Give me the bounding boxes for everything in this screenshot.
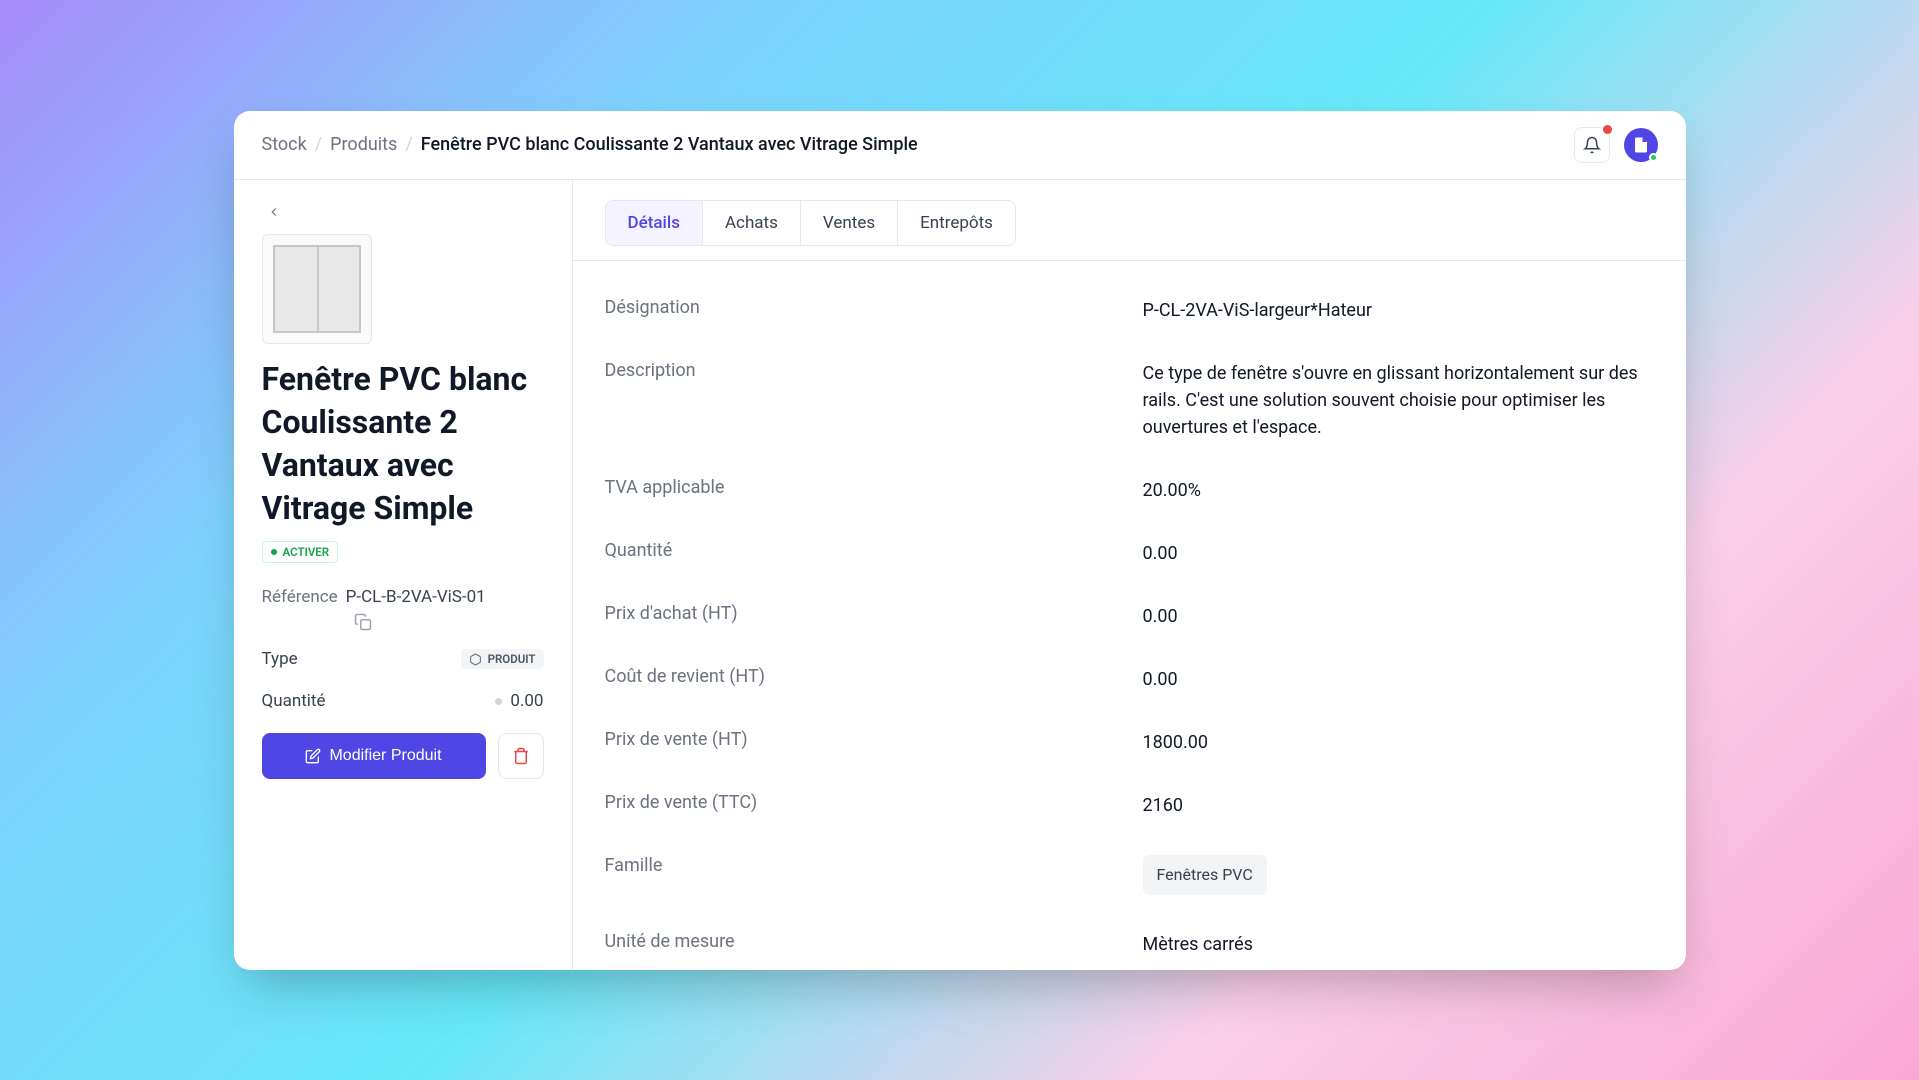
- purchase-price-label: Prix d'achat (HT): [605, 603, 1143, 630]
- tab-achats[interactable]: Achats: [703, 201, 801, 245]
- sidebar: Fenêtre PVC blanc Coulissante 2 Vantaux …: [234, 180, 573, 970]
- tab-ventes[interactable]: Ventes: [801, 201, 898, 245]
- back-button[interactable]: [262, 200, 286, 224]
- notifications-button[interactable]: [1574, 127, 1610, 163]
- sale-price-ht-value: 1800.00: [1143, 729, 1654, 756]
- cost-price-value: 0.00: [1143, 666, 1654, 693]
- delete-product-button[interactable]: [498, 733, 544, 779]
- main-content: Détails Achats Ventes Entrepôts Désignat…: [573, 180, 1686, 970]
- family-badge: Fenêtres PVC: [1143, 855, 1267, 895]
- chevron-left-icon: [267, 205, 281, 219]
- unit-label: Unité de mesure: [605, 931, 1143, 958]
- quantity-value: 0.00: [510, 691, 543, 711]
- designation-value: P-CL-2VA-ViS-largeur*Hateur: [1143, 297, 1654, 324]
- designation-label: Désignation: [605, 297, 1143, 324]
- breadcrumb-separator: /: [315, 134, 322, 155]
- document-icon: [1632, 136, 1650, 154]
- box-icon: [469, 653, 482, 666]
- type-label: Type: [262, 649, 298, 669]
- breadcrumb-root[interactable]: Stock: [262, 134, 307, 155]
- modify-product-button[interactable]: Modifier Produit: [262, 733, 486, 779]
- unit-value: Mètres carrés: [1143, 931, 1654, 958]
- quantity-detail-label: Quantité: [605, 540, 1143, 567]
- breadcrumb-separator: /: [405, 134, 412, 155]
- detail-row-description: Description Ce type de fenêtre s'ouvre e…: [605, 360, 1654, 441]
- type-row: Type PRODUIT: [262, 649, 544, 669]
- status-badge: ACTIVER: [262, 541, 339, 563]
- body: Fenêtre PVC blanc Coulissante 2 Vantaux …: [234, 180, 1686, 970]
- header: Stock / Produits / Fenêtre PVC blanc Cou…: [234, 111, 1686, 180]
- detail-row-sale-price-ttc: Prix de vente (TTC) 2160: [605, 792, 1654, 819]
- tabs: Détails Achats Ventes Entrepôts: [605, 200, 1016, 246]
- sale-price-ttc-value: 2160: [1143, 792, 1654, 819]
- detail-row-sale-price-ht: Prix de vente (HT) 1800.00: [605, 729, 1654, 756]
- user-avatar[interactable]: [1624, 128, 1658, 162]
- description-value: Ce type de fenêtre s'ouvre en glissant h…: [1143, 360, 1654, 441]
- window-illustration: [273, 245, 361, 333]
- detail-row-unit: Unité de mesure Mètres carrés: [605, 931, 1654, 958]
- product-image: [262, 234, 372, 344]
- purchase-price-value: 0.00: [1143, 603, 1654, 630]
- app-window: Stock / Produits / Fenêtre PVC blanc Cou…: [234, 111, 1686, 970]
- bell-icon: [1583, 136, 1601, 154]
- detail-row-quantity: Quantité 0.00: [605, 540, 1654, 567]
- type-badge: PRODUIT: [461, 649, 544, 669]
- header-actions: [1574, 127, 1658, 163]
- action-row: Modifier Produit: [262, 733, 544, 779]
- detail-row-tva: TVA applicable 20.00%: [605, 477, 1654, 504]
- breadcrumb-section[interactable]: Produits: [330, 134, 397, 155]
- description-label: Description: [605, 360, 1143, 441]
- copy-icon: [354, 613, 372, 631]
- tab-details[interactable]: Détails: [606, 201, 703, 245]
- tab-entrepots[interactable]: Entrepôts: [898, 201, 1015, 245]
- tva-value: 20.00%: [1143, 477, 1654, 504]
- quantity-label: Quantité: [262, 691, 326, 711]
- notification-indicator: [1603, 125, 1612, 134]
- reference-label: Référence: [262, 587, 338, 607]
- reference-row: Référence P-CL-B-2VA-ViS-01: [262, 587, 544, 607]
- breadcrumb-current: Fenêtre PVC blanc Coulissante 2 Vantaux …: [421, 134, 918, 155]
- trash-icon: [512, 747, 530, 765]
- sale-price-ht-label: Prix de vente (HT): [605, 729, 1143, 756]
- family-value-wrapper: Fenêtres PVC: [1143, 855, 1654, 895]
- quantity-indicator: [495, 698, 502, 705]
- detail-row-designation: Désignation P-CL-2VA-ViS-largeur*Hateur: [605, 297, 1654, 324]
- online-indicator: [1649, 153, 1658, 162]
- detail-row-purchase-price: Prix d'achat (HT) 0.00: [605, 603, 1654, 630]
- quantity-detail-value: 0.00: [1143, 540, 1654, 567]
- edit-icon: [305, 748, 321, 764]
- sale-price-ttc-label: Prix de vente (TTC): [605, 792, 1143, 819]
- breadcrumb: Stock / Produits / Fenêtre PVC blanc Cou…: [262, 134, 918, 155]
- details-panel: Désignation P-CL-2VA-ViS-largeur*Hateur …: [573, 261, 1686, 970]
- product-title: Fenêtre PVC blanc Coulissante 2 Vantaux …: [262, 358, 544, 531]
- cost-price-label: Coût de revient (HT): [605, 666, 1143, 693]
- detail-row-cost-price: Coût de revient (HT) 0.00: [605, 666, 1654, 693]
- reference-value: P-CL-B-2VA-ViS-01: [346, 587, 486, 607]
- quantity-row: Quantité 0.00: [262, 691, 544, 711]
- quantity-value-wrapper: 0.00: [495, 691, 543, 711]
- copy-reference-button[interactable]: [354, 613, 544, 631]
- family-label: Famille: [605, 855, 1143, 895]
- detail-row-family: Famille Fenêtres PVC: [605, 855, 1654, 895]
- tva-label: TVA applicable: [605, 477, 1143, 504]
